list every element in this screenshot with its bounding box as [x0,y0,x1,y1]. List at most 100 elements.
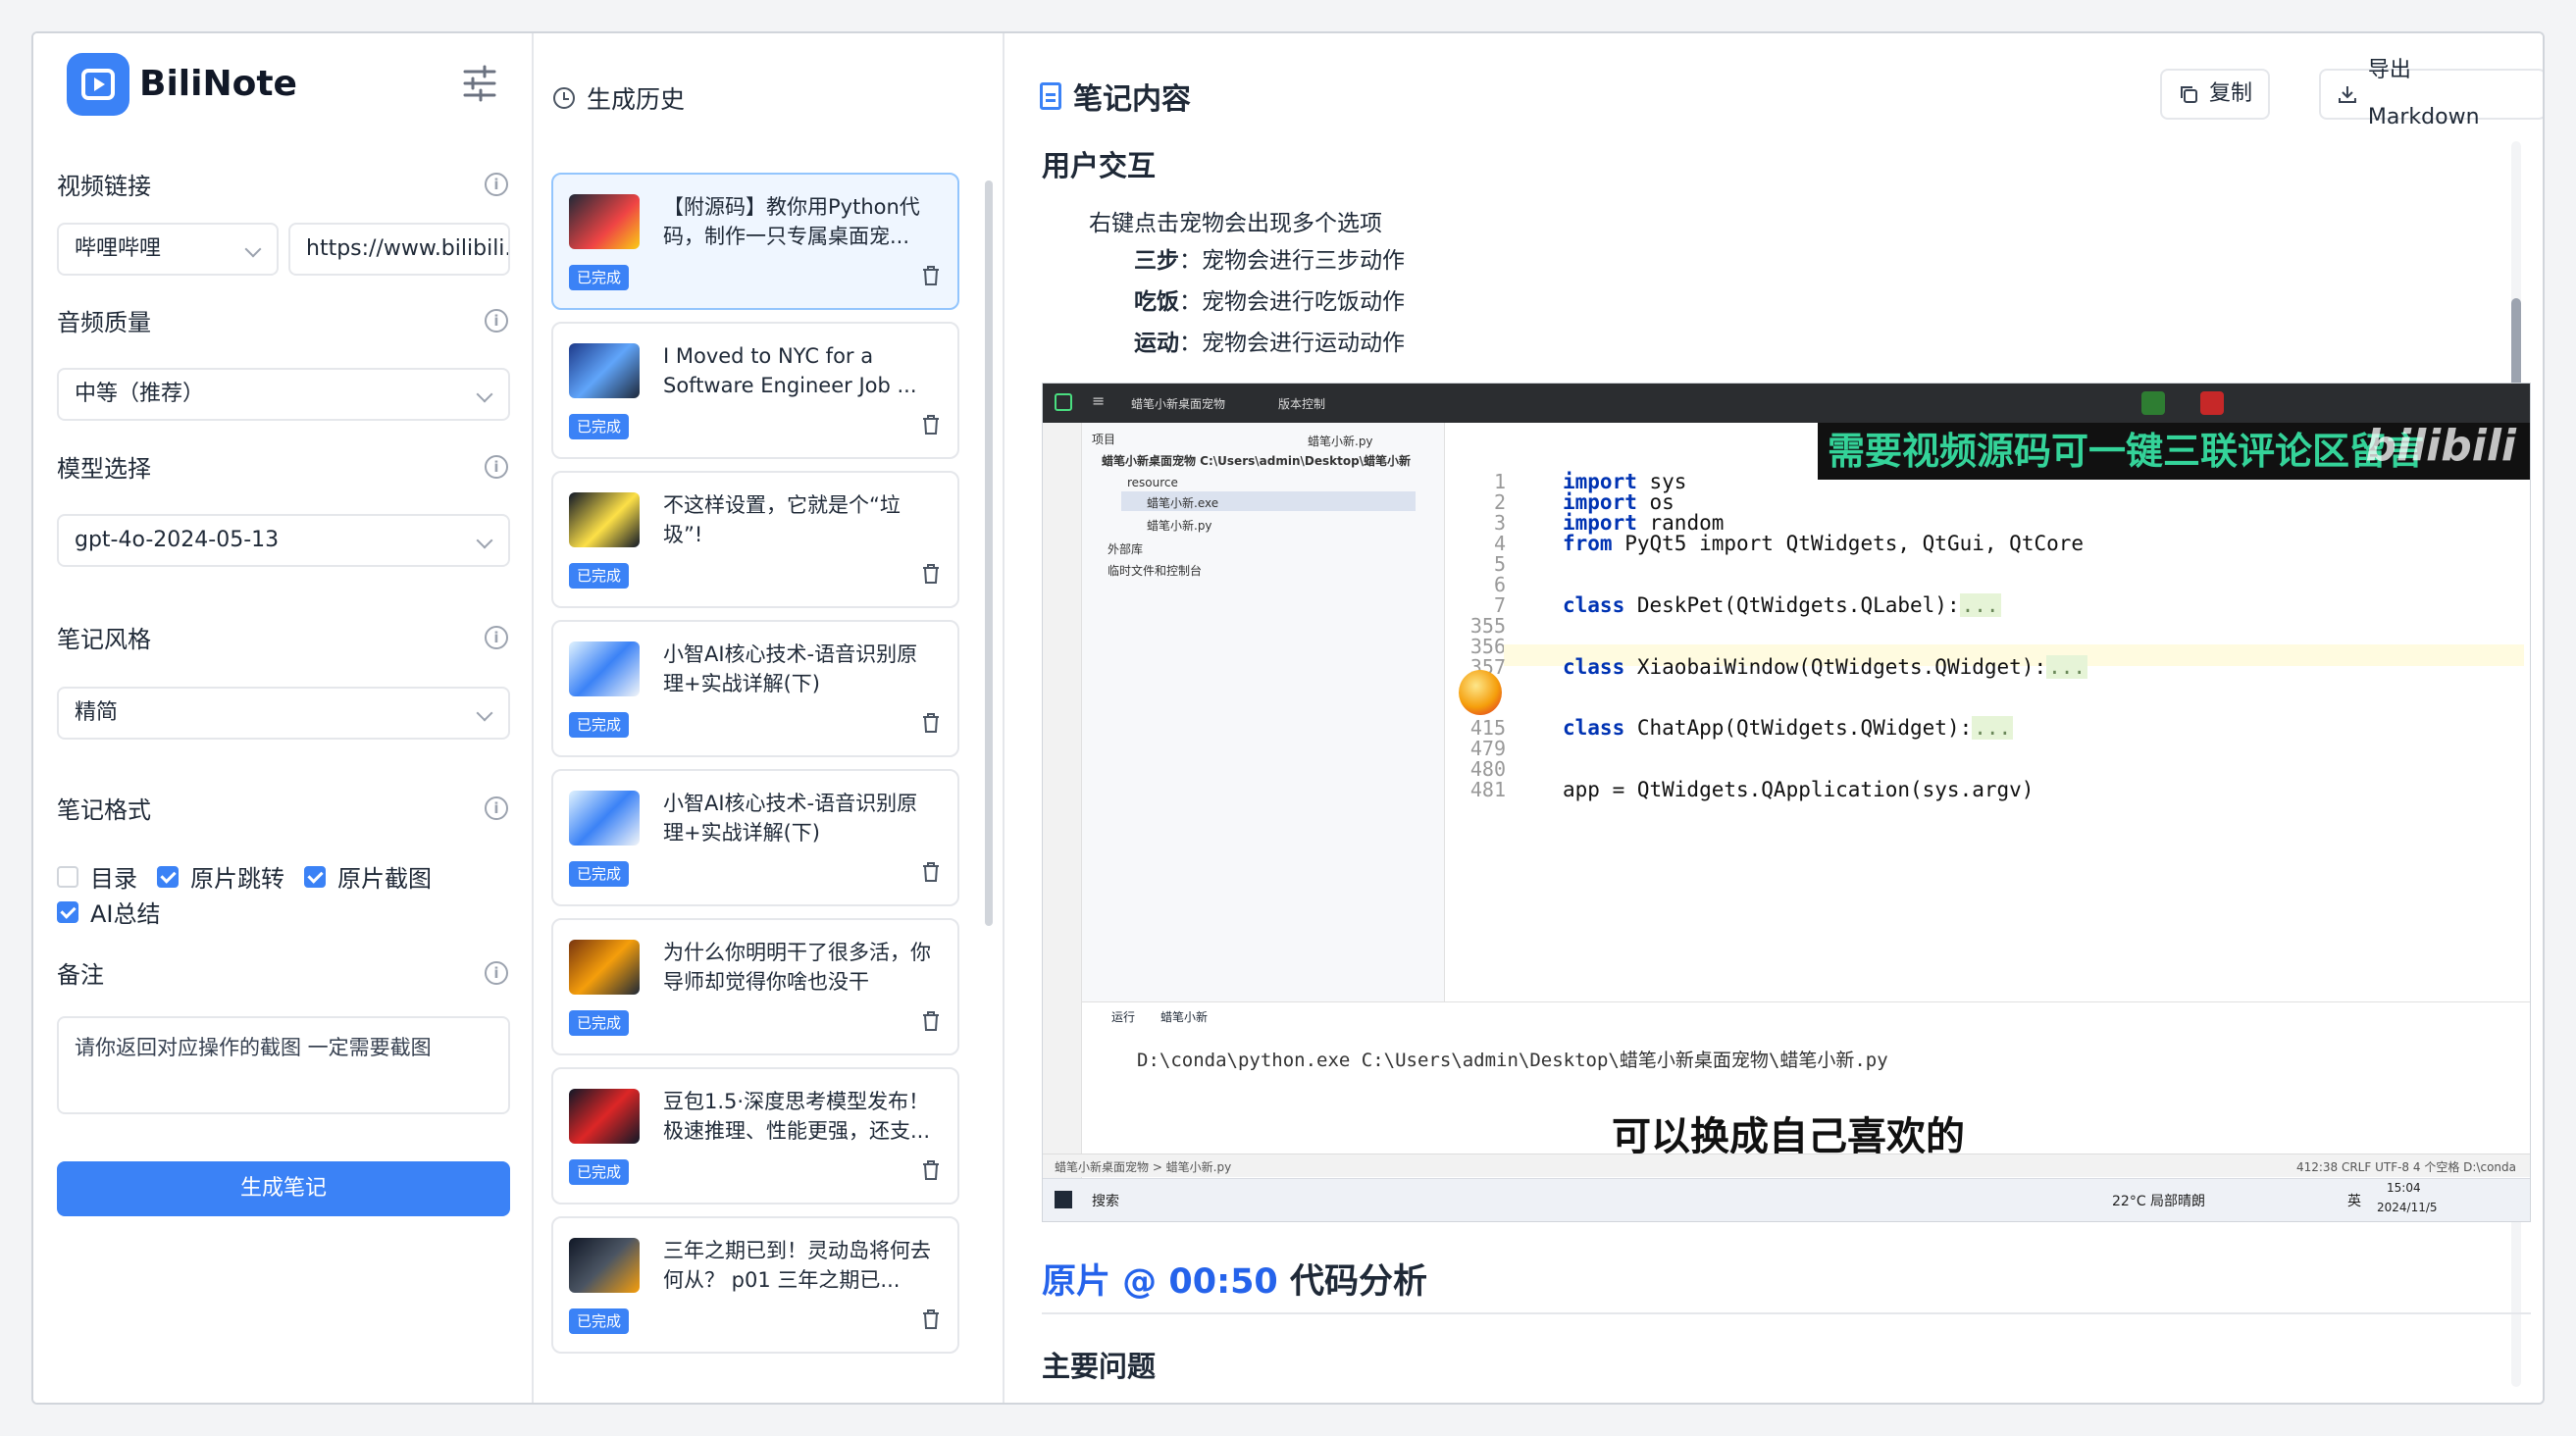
pet-sprite [1459,670,1502,715]
history-item-title: 为什么你明明干了很多活，你导师却觉得你啥也没干 [663,941,931,994]
settings-sliders-icon[interactable] [459,63,500,104]
info-icon[interactable]: i [485,173,508,196]
generate-note-button[interactable]: 生成笔记 [57,1161,510,1216]
trash-icon[interactable] [922,712,940,734]
ide-status-bar: 蜡笔小新桌面宠物 > 蜡笔小新.py 412:38 CRLF UTF-8 4 个… [1043,1154,2530,1177]
logo-icon [67,53,129,116]
chevron-down-icon [476,532,493,549]
code-line: app = QtWidgets.QApplication(sys.argv) [1563,778,2035,801]
model-select[interactable]: gpt-4o-2024-05-13 [57,514,510,567]
video-thumbnail [569,1089,640,1144]
clip-timestamp-link[interactable]: 原片 @ 00:50 [1042,1262,1278,1302]
code-line: class XiaobaiWindow(QtWidgets.QWidget):.… [1563,655,2088,679]
history-item[interactable]: I Moved to NYC for a Software Engineer J… [551,322,959,459]
history-item-title: 三年之期已到！灵动岛将何去何从？ p01 三年之期已... [663,1239,931,1292]
history-item[interactable]: 小智AI核心技术-语音识别原理+实战详解(下) 已完成 [551,620,959,757]
tree-file: 蜡笔小新.exe [1147,496,1219,510]
code-line: class DeskPet(QtWidgets.QLabel):... [1563,593,2001,617]
info-icon[interactable]: i [485,796,508,820]
code-keyword: class [1563,655,1625,679]
trash-icon[interactable] [922,861,940,883]
export-label: 导出 Markdown [2367,58,2480,129]
video-screenshot: ≡ 蜡笔小新桌面宠物 版本控制 项目 蜡笔小新桌面宠物 C:\Users\adm… [1042,383,2531,1222]
windows-taskbar: 搜索 22°C 局部晴朗 英 15:04 2024/11/5 [1043,1178,2530,1221]
model-value: gpt-4o-2024-05-13 [75,528,280,552]
platform-select[interactable]: 哔哩哔哩 [57,223,279,276]
trash-icon[interactable] [922,1159,940,1181]
history-item[interactable]: 为什么你明明干了很多活，你导师却觉得你啥也没干 已完成 [551,918,959,1055]
start-icon [1055,1191,1072,1208]
trash-icon[interactable] [922,1010,940,1032]
trash-icon[interactable] [922,1308,940,1330]
audio-quality-select[interactable]: 中等（推荐） [57,368,510,421]
checkbox-jump[interactable] [157,865,179,888]
checkbox-toc[interactable] [57,865,78,888]
history-item[interactable]: 小智AI核心技术-语音识别原理+实战详解(下) 已完成 [551,769,959,906]
video-thumbnail [569,343,640,398]
bullet-key: 吃饭 [1134,289,1179,315]
video-thumbnail [569,940,640,995]
style-label: 笔记风格 [57,626,151,653]
status-badge: 已完成 [569,414,630,439]
history-item[interactable]: 三年之期已到！灵动岛将何去何从？ p01 三年之期已... 已完成 [551,1216,959,1354]
info-icon[interactable]: i [485,309,508,333]
style-value: 精简 [75,700,119,725]
clip-heading: 原片 @ 00:50 代码分析 [1042,1254,1427,1304]
url-input[interactable]: https://www.bilibili.co [288,223,510,276]
document-icon [1040,82,1061,110]
info-icon[interactable]: i [485,626,508,649]
remark-textarea[interactable]: 请你返回对应操作的截图 一定需要截图 [57,1016,510,1114]
bilibili-watermark: bilibili [2365,421,2516,471]
video-link-label: 视频链接 [57,173,151,200]
checkbox-ai-summary[interactable] [57,900,78,923]
project-tree: 项目 蜡笔小新桌面宠物 C:\Users\admin\Desktop\蜡笔小新 … [1082,423,1445,1001]
bullet-text: ：宠物会进行三步动作 [1179,248,1405,274]
history-scrollbar[interactable] [985,180,993,926]
menu-icon: ≡ [1092,391,1106,410]
status-badge: 已完成 [569,1308,630,1334]
code-keyword: class [1563,593,1625,617]
audio-quality-value: 中等（推荐） [75,382,205,406]
checkbox-screenshot-label: 原片截图 [337,865,432,893]
taskbar-date: 2024/11/5 [2377,1201,2438,1214]
export-markdown-button[interactable]: 导出 Markdown [2319,58,2543,129]
trash-icon[interactable] [922,563,940,585]
info-icon[interactable]: i [485,455,508,479]
status-badge: 已完成 [569,861,630,887]
ide-vcs: 版本控制 [1278,397,1326,411]
history-item[interactable]: 【附源码】教你用Python代码，制作一只专属桌面宠... 已完成 [551,173,959,310]
clock-icon [553,87,575,109]
chevron-down-icon [244,240,262,258]
trash-icon[interactable] [922,414,940,436]
copy-button[interactable]: 复制 [2160,69,2271,120]
history-item-title: 小智AI核心技术-语音识别原理+实战详解(下) [663,792,918,845]
code-text: DeskPet(QtWidgets.QLabel): [1636,593,1960,617]
history-item[interactable]: 豆包1.5·深度思考模型发布！极速推理、性能更强，还支... 已完成 [551,1067,959,1205]
copy-icon [2181,86,2197,103]
video-thumbnail [569,791,640,846]
url-value: https://www.bilibili.co [306,236,508,261]
app-name: BiliNote [139,64,297,104]
stop-icon [2200,391,2224,415]
bullet-item: 三步：宠物会进行三步动作 [1134,241,1405,275]
code-keyword: from [1563,532,1613,555]
checkbox-screenshot[interactable] [304,865,326,888]
tree-file: 蜡笔小新.py [1147,519,1212,533]
note-header: 笔记内容 [1040,75,1191,118]
style-select[interactable]: 精简 [57,687,510,740]
video-thumbnail [569,1238,640,1293]
platform-value: 哔哩哔哩 [75,236,162,261]
status-badge: 已完成 [569,1010,630,1036]
info-icon[interactable]: i [485,961,508,985]
code-fold: ... [2046,655,2088,679]
history-item-title: 【附源码】教你用Python代码，制作一只专属桌面宠... [663,195,920,248]
chevron-down-icon [476,704,493,722]
video-thumbnail [569,641,640,696]
history-item[interactable]: 不这样设置，它就是个“垃圾”! 已完成 [551,471,959,608]
bullet-text: ：宠物会进行运动动作 [1179,331,1405,356]
trash-icon[interactable] [922,265,940,286]
line-number: 481 [1469,778,1506,801]
run-command: D:\conda\python.exe C:\Users\admin\Deskt… [1137,1050,1888,1071]
taskbar-time: 15:04 [2387,1181,2421,1195]
tree-scratch: 临时文件和控制台 [1108,564,1203,578]
